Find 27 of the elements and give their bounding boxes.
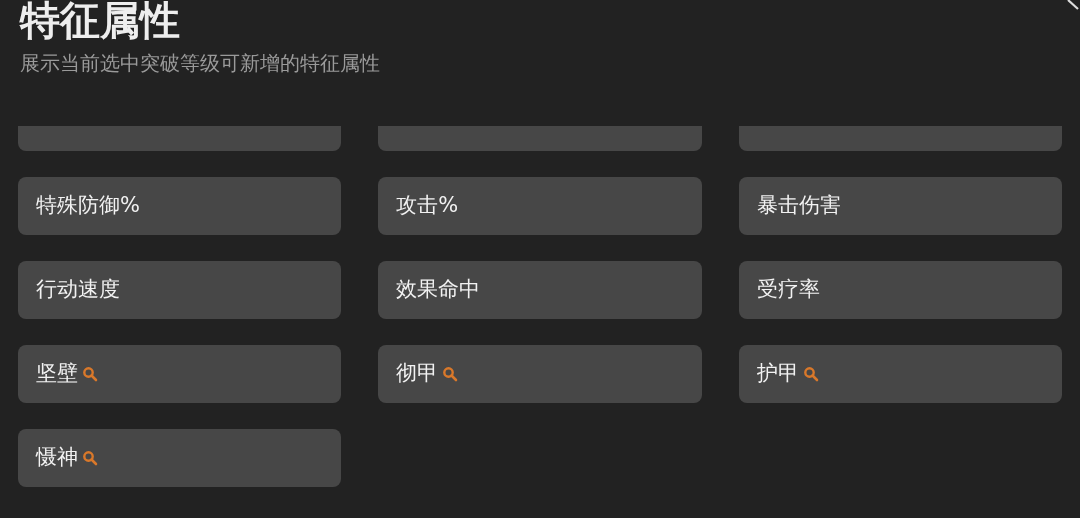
attribute-card[interactable]: 特殊防御% <box>18 177 342 235</box>
attribute-card[interactable]: 坚壁 <box>18 345 342 403</box>
attribute-label: 暴击伤害 <box>756 192 841 220</box>
attribute-label: 坚壁 <box>36 360 78 388</box>
search-icon[interactable] <box>82 450 98 466</box>
search-icon[interactable] <box>802 366 819 382</box>
attribute-label: 效果命中 <box>396 276 481 304</box>
attribute-card[interactable]: 暴击伤害 <box>738 177 1062 235</box>
page-subtitle: 展示当前选中突破等级可新增的特征属性 <box>20 50 380 76</box>
attribute-card[interactable]: 行动速度 <box>18 261 342 319</box>
attribute-label: 行动速度 <box>36 276 120 304</box>
search-icon[interactable] <box>82 366 98 382</box>
attribute-card[interactable]: 攻击% <box>378 177 702 235</box>
attribute-card[interactable]: 受疗率 <box>738 261 1062 319</box>
attribute-label: 特殊防御% <box>36 192 140 220</box>
attribute-card[interactable]: 慑神 <box>18 429 342 487</box>
page-title: 特征属性 <box>20 0 180 42</box>
attribute-label: 护甲 <box>756 360 799 388</box>
attribute-card[interactable]: 护甲 <box>738 345 1062 403</box>
close-icon[interactable] <box>1066 0 1080 10</box>
attribute-card[interactable]: 效果命中 <box>378 261 702 319</box>
search-icon[interactable] <box>442 366 459 382</box>
attribute-label: 攻击% <box>396 192 459 220</box>
attribute-label: 彻甲 <box>396 360 439 388</box>
attribute-label: 慑神 <box>36 444 78 472</box>
attribute-card[interactable]: 彻甲 <box>378 345 702 403</box>
attribute-label: 受疗率 <box>756 276 820 304</box>
